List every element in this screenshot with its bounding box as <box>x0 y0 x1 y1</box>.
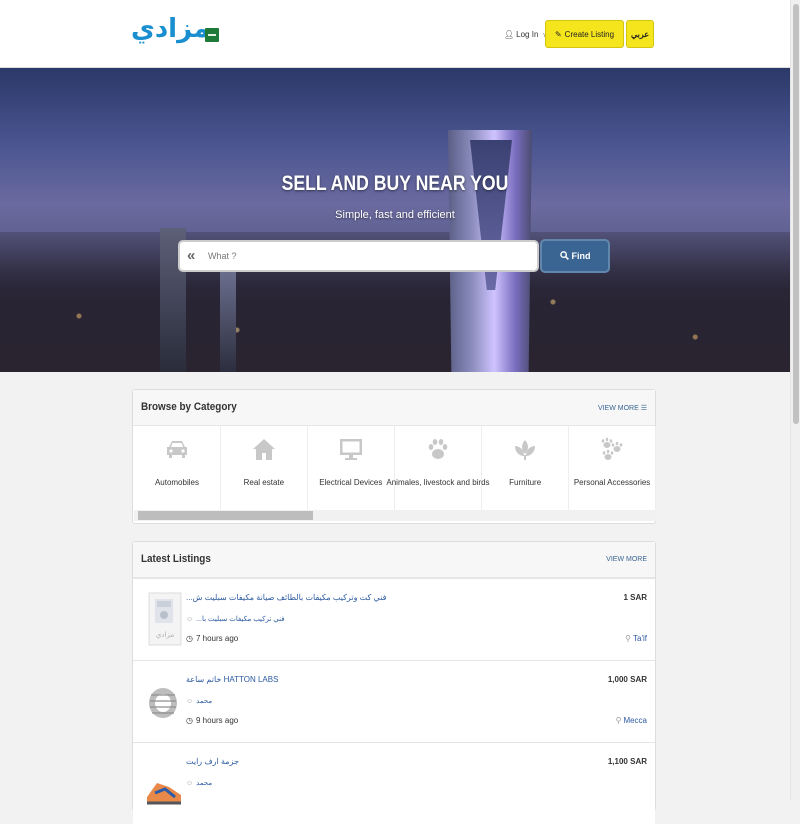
paws-icon <box>599 436 625 462</box>
hero-banner: SELL AND BUY NEAR YOU Simple, fast and e… <box>0 68 790 372</box>
listing-title[interactable]: خاتم ساعة HATTON LABS <box>186 675 278 684</box>
language-toggle-button[interactable]: عربي <box>626 20 654 48</box>
svg-text:مزادي: مزادي <box>156 631 174 639</box>
time-text: 9 hours ago <box>195 716 239 725</box>
saudi-flag-icon <box>205 28 219 42</box>
listing-item[interactable]: مزادي ...فني كت وتركيب مكيفات بالطائف صي… <box>133 578 655 660</box>
listing-price: 1,000 SAR <box>607 675 647 684</box>
map-marker-icon: ⚲ <box>615 716 622 725</box>
browse-category-panel: Browse by Category VIEW MORE ☰ Automobil… <box>132 389 657 524</box>
category-label: Electrical Devices <box>319 478 383 487</box>
hero-title: SELL AND BUY NEAR YOU <box>281 172 509 195</box>
find-label: Find <box>571 251 591 261</box>
scrollbar-thumb[interactable] <box>793 4 799 424</box>
horizontal-scrollbar[interactable] <box>134 510 656 521</box>
listing-seller[interactable]: ☺ محمد <box>186 697 213 706</box>
clock-icon: ◷ <box>186 634 193 643</box>
create-listing-button[interactable]: ✎ Create Listing <box>545 20 624 48</box>
car-icon <box>164 436 190 462</box>
user-icon: ☺ <box>186 615 194 623</box>
category-automobiles[interactable]: Automobiles <box>134 426 221 510</box>
category-label: Animales, livestock and birds <box>386 478 490 487</box>
listing-item[interactable]: جزمة ارف رايت 1,100 SAR ☺ محمد <box>133 742 655 824</box>
seller-name: محمد <box>196 780 213 787</box>
location-text: Ta'if <box>633 634 647 643</box>
user-icon: ☺ <box>186 779 194 787</box>
panel-header: Latest Listings VIEW MORE <box>133 542 655 578</box>
search-input[interactable] <box>206 247 526 265</box>
latest-listings-panel: Latest Listings VIEW MORE مزادي ...فني ك… <box>132 541 656 824</box>
double-chevron-left-icon[interactable]: « <box>187 247 195 264</box>
map-marker-icon: ⚲ <box>625 634 632 643</box>
seller-name: ...فني تركيب مكيفات سبليت با <box>196 616 285 623</box>
hero-subtitle: Simple, fast and efficient <box>335 209 455 221</box>
category-label: Automobiles <box>154 478 199 487</box>
search-icon <box>559 250 569 262</box>
create-listing-label: Create Listing <box>564 29 615 39</box>
listing-location[interactable]: ⚲ Ta'if <box>625 634 647 643</box>
home-icon <box>251 436 277 462</box>
category-animals[interactable]: Animales, livestock and birds <box>386 426 490 510</box>
clock-icon: ◷ <box>186 716 193 725</box>
listing-thumbnail[interactable] <box>145 753 185 813</box>
category-electrical-devices[interactable]: Electrical Devices <box>308 426 395 510</box>
time-text: 7 hours ago <box>195 634 239 643</box>
category-personal-accessories[interactable]: Personal Accessories <box>569 426 657 510</box>
listing-price: 1 SAR <box>623 593 647 602</box>
listing-price: 1,100 SAR <box>607 757 647 766</box>
paw-icon <box>425 436 451 462</box>
top-header: مزادي 👤︎ Log In ∨ ✎ Create Listing عربي <box>0 0 790 68</box>
category-label: Furniture <box>509 478 542 487</box>
location-text: Mecca <box>623 716 647 725</box>
panel-header: Browse by Category VIEW MORE ☰ <box>133 390 655 426</box>
monitor-icon <box>338 436 364 462</box>
page-scrollbar[interactable] <box>790 0 800 800</box>
user-icon: ☺ <box>186 697 194 705</box>
panel-title: Browse by Category <box>141 401 237 413</box>
category-label: Personal Accessories <box>573 478 651 487</box>
listing-location[interactable]: ⚲ Mecca <box>616 716 647 725</box>
view-more-categories-link[interactable]: VIEW MORE ☰ <box>598 404 647 412</box>
login-link[interactable]: 👤︎ Log In ∨ <box>504 30 548 39</box>
listing-seller[interactable]: ☺ ...فني تركيب مكيفات سبليت با <box>186 615 285 624</box>
category-furniture[interactable]: Furniture <box>482 426 570 510</box>
view-more-listings-link[interactable]: VIEW MORE <box>606 556 647 563</box>
user-icon: 👤︎ <box>504 30 515 39</box>
listing-time: ◷ 7 hours ago <box>186 634 238 643</box>
listing-seller[interactable]: ☺ محمد <box>186 779 213 788</box>
seller-name: محمد <box>196 698 213 705</box>
login-label: Log In <box>516 30 539 39</box>
category-label: Real estate <box>243 478 285 487</box>
edit-icon: ✎ <box>554 29 562 39</box>
listing-thumbnail[interactable]: مزادي <box>145 589 185 649</box>
listing-item[interactable]: خاتم ساعة HATTON LABS 1,000 SAR ☺ محمد ◷… <box>133 660 655 742</box>
panel-title: Latest Listings <box>141 553 211 565</box>
site-logo[interactable]: مزادي <box>131 14 209 44</box>
listing-title[interactable]: جزمة ارف رايت <box>186 757 239 766</box>
skyscraper-shape <box>220 268 236 372</box>
category-list: Automobiles Real estate Electrical Devic… <box>134 426 657 510</box>
listing-thumbnail[interactable] <box>145 671 185 731</box>
leaf-icon <box>512 436 538 462</box>
category-real-estate[interactable]: Real estate <box>221 426 308 510</box>
listing-title[interactable]: ...فني كت وتركيب مكيفات بالطائف صيانة مك… <box>186 593 386 602</box>
find-button[interactable]: Find <box>540 239 610 273</box>
scrollbar-thumb[interactable] <box>138 511 313 520</box>
search-box: « <box>178 240 539 272</box>
listing-time: ◷ 9 hours ago <box>186 716 238 725</box>
